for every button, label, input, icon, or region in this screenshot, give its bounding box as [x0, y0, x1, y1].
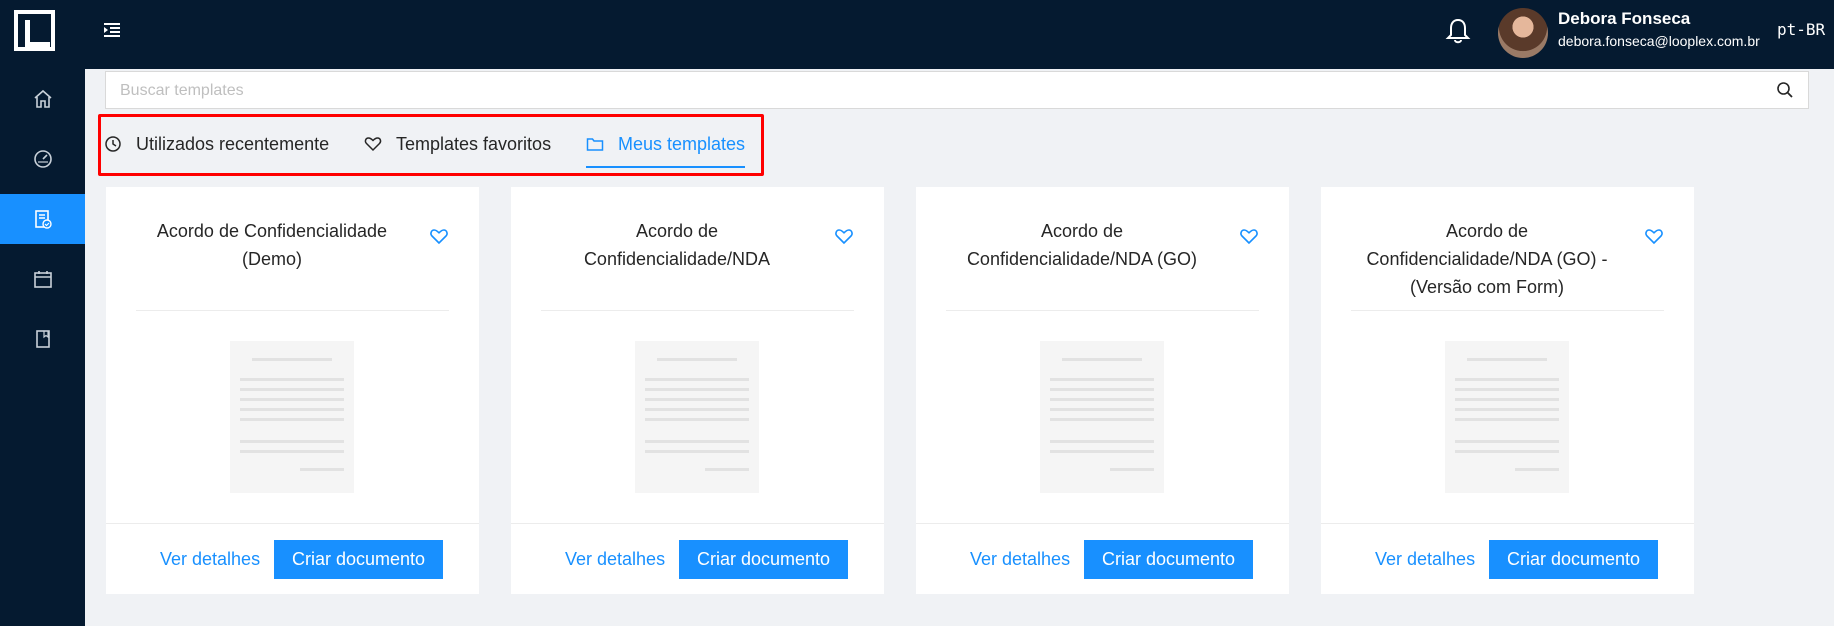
view-details-link[interactable]: Ver detalhes	[1375, 540, 1475, 578]
view-details-link[interactable]: Ver detalhes	[160, 540, 260, 578]
menu-toggle-icon[interactable]	[103, 20, 125, 40]
create-document-button[interactable]: Criar documento	[1084, 540, 1253, 579]
sidebar-item-calendar[interactable]	[0, 254, 85, 304]
top-bar: Debora Fonseca debora.fonseca@looplex.co…	[0, 0, 1834, 69]
card-divider	[946, 310, 1259, 311]
sidebar-item-library[interactable]	[0, 314, 85, 364]
tab-label: Meus templates	[618, 133, 746, 154]
tab-label: Utilizados recentemente	[136, 133, 330, 154]
document-preview-thumbnail	[230, 341, 354, 493]
template-search-input[interactable]: Buscar templates	[105, 71, 1809, 109]
card-divider	[136, 310, 449, 311]
card-footer-divider	[916, 523, 1289, 524]
heart-icon	[364, 137, 382, 152]
search-placeholder: Buscar templates	[120, 82, 244, 99]
calendar-icon	[33, 271, 52, 288]
template-title: Acordo de Confidencialidade/NDA (GO) - (…	[1366, 221, 1608, 297]
card-footer-divider	[511, 523, 884, 524]
clock-icon	[105, 136, 121, 152]
template-card: Acordo de Confidencialidade/NDA (GO) - (…	[1321, 187, 1694, 594]
user-avatar[interactable]	[1498, 8, 1548, 58]
card-divider	[541, 310, 854, 311]
document-preview-thumbnail	[1040, 341, 1164, 493]
card-divider	[1351, 310, 1664, 311]
templates-document-icon	[34, 210, 52, 229]
view-details-link[interactable]: Ver detalhes	[565, 540, 665, 578]
tab-my-templates[interactable]: Meus templates	[586, 124, 746, 168]
home-icon	[33, 89, 52, 108]
favorite-heart-icon[interactable]	[429, 227, 449, 245]
sidebar-item-dashboard[interactable]	[0, 134, 85, 184]
search-icon[interactable]	[1776, 81, 1794, 99]
folder-icon	[586, 138, 604, 151]
notification-bell-icon[interactable]	[1445, 17, 1471, 45]
language-selector[interactable]: pt-BR	[1777, 20, 1825, 39]
template-title: Acordo de Confidencialidade (Demo)	[156, 221, 388, 269]
tab-recently-used[interactable]: Utilizados recentemente	[104, 124, 329, 164]
book-icon	[35, 330, 50, 348]
create-document-button[interactable]: Criar documento	[1489, 540, 1658, 579]
favorite-heart-icon[interactable]	[1644, 227, 1664, 245]
sidebar-item-home[interactable]	[0, 74, 85, 124]
user-name[interactable]: Debora Fonseca	[1558, 9, 1690, 29]
favorite-heart-icon[interactable]	[834, 227, 854, 245]
create-document-button[interactable]: Criar documento	[679, 540, 848, 579]
card-footer-divider	[1321, 523, 1694, 524]
dashboard-gauge-icon	[33, 150, 52, 168]
template-card: Acordo de Confidencialidade (Demo) Ver d…	[106, 187, 479, 594]
view-details-link[interactable]: Ver detalhes	[970, 540, 1070, 578]
template-card: Acordo de Confidencialidade/NDA Ver deta…	[511, 187, 884, 594]
looplex-logo[interactable]	[14, 10, 55, 51]
create-document-button[interactable]: Criar documento	[274, 540, 443, 579]
tab-label: Templates favoritos	[396, 133, 552, 154]
favorite-heart-icon[interactable]	[1239, 227, 1259, 245]
template-title: Acordo de Confidencialidade/NDA (GO)	[966, 221, 1198, 269]
user-email: debora.fonseca@looplex.com.br	[1558, 33, 1760, 49]
template-card: Acordo de Confidencialidade/NDA (GO) Ver…	[916, 187, 1289, 594]
tab-favorite-templates[interactable]: Templates favoritos	[364, 124, 551, 164]
template-title: Acordo de Confidencialidade/NDA	[583, 221, 771, 269]
document-preview-thumbnail	[1445, 341, 1569, 493]
sidebar	[0, 69, 85, 626]
card-footer-divider	[106, 523, 479, 524]
sidebar-item-templates[interactable]	[0, 194, 85, 244]
document-preview-thumbnail	[635, 341, 759, 493]
